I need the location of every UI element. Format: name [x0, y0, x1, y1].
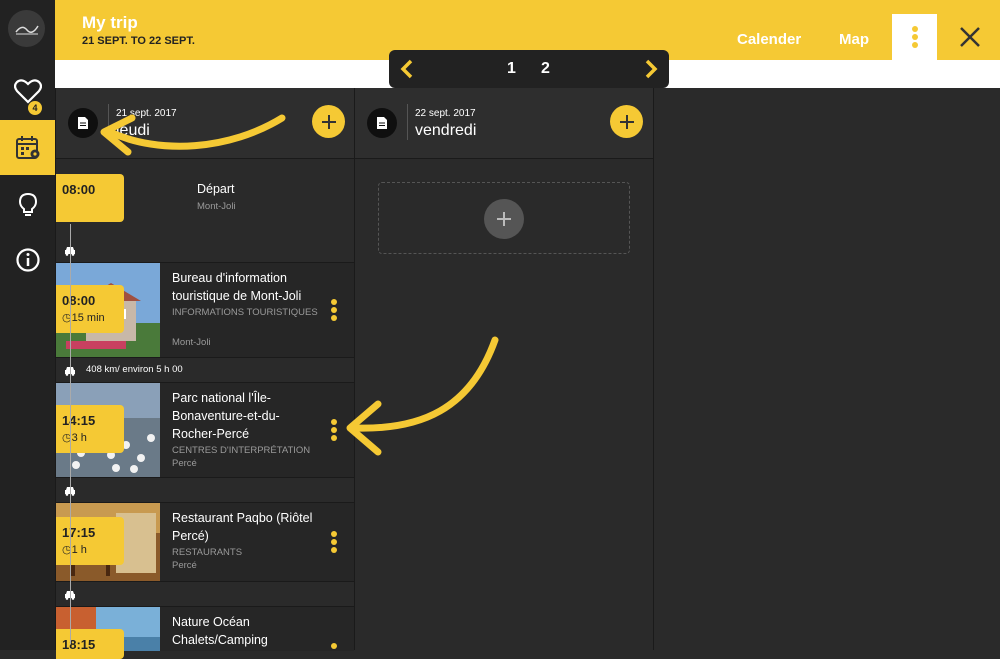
sidebar-item-favorites[interactable]: 4 [0, 63, 55, 118]
divider [108, 104, 109, 140]
item-menu-button[interactable] [328, 529, 340, 553]
itinerary-item[interactable]: 18:15 Nature Océan Chalets/Camping [56, 606, 354, 659]
chevron-right-icon [645, 59, 658, 79]
timeline-line [70, 224, 71, 644]
item-duration: ◷1 h [62, 544, 87, 556]
item-menu-button[interactable] [328, 297, 340, 321]
departure-row[interactable]: 08:00 Départ Mont-Joli [56, 160, 354, 236]
travel-text: 408 km/ environ 5 h 00 [86, 364, 183, 375]
day-name: jeudi [116, 122, 150, 139]
time-tag: 08:00 [56, 174, 124, 222]
add-activity-placeholder-button[interactable] [484, 199, 524, 239]
time-tag: 14:15 ◷3 h [56, 405, 124, 453]
time-tag: 17:15 ◷1 h [56, 517, 124, 565]
item-time: 08:00 [62, 293, 96, 308]
sidebar-item-info[interactable] [0, 232, 55, 287]
day-header-2: 22 sept. 2017 vendredi [355, 88, 653, 159]
plus-icon [497, 212, 511, 226]
item-time: 17:15 [62, 525, 96, 540]
start-title: Départ [197, 182, 235, 196]
close-button[interactable] [955, 22, 985, 52]
sidebar: 4 [0, 0, 55, 650]
day-column-1: 21 sept. 2017 jeudi 08:00 Départ Mont-Jo… [55, 88, 355, 659]
start-time: 08:00 [62, 182, 96, 197]
day-name: vendredi [415, 122, 477, 139]
itinerary-item[interactable]: 14:15 ◷3 h Parc national l'Île-Bonaventu… [56, 382, 354, 478]
map-link[interactable]: Map [839, 31, 869, 48]
item-title: Bureau d'information touristique de Mont… [172, 271, 302, 303]
add-activity-button[interactable] [610, 105, 643, 138]
plus-icon [619, 114, 634, 129]
item-location: Percé [172, 560, 197, 571]
item-location: Mont-Joli [172, 337, 211, 348]
item-title: Restaurant Paqbo (Riôtel Percé) [172, 511, 313, 543]
item-time: 14:15 [62, 413, 96, 428]
travel-segment [56, 238, 354, 262]
item-menu-button[interactable] [328, 417, 340, 441]
calendar-link[interactable]: Calender [737, 31, 801, 48]
favorites-count-badge: 4 [28, 101, 42, 115]
close-icon [960, 27, 980, 47]
add-activity-button[interactable] [312, 105, 345, 138]
plus-icon [321, 114, 336, 129]
next-page-button[interactable] [643, 59, 659, 84]
itinerary-item[interactable]: 08:00 ◷15 min Bureau d'information touri… [56, 262, 354, 358]
trip-title: My trip [82, 13, 138, 32]
page-1-link[interactable]: 1 [507, 60, 516, 78]
document-icon [78, 117, 88, 129]
more-vertical-icon [911, 26, 918, 48]
chevron-left-icon [400, 59, 413, 79]
time-tag: 08:00 ◷15 min [56, 285, 124, 333]
page-2-link[interactable]: 2 [541, 60, 550, 78]
day-date: 21 sept. 2017 [116, 108, 177, 119]
day-date: 22 sept. 2017 [415, 108, 476, 119]
travel-segment: 408 km/ environ 5 h 00 [56, 358, 354, 382]
item-category: CENTRES D'INTERPRÉTATION [172, 445, 311, 456]
document-icon [377, 117, 387, 129]
time-tag: 18:15 [56, 629, 124, 659]
day-column-2: 22 sept. 2017 vendredi [354, 88, 654, 650]
item-title: Parc national l'Île-Bonaventure-et-du-Ro… [172, 391, 280, 441]
travel-segment [56, 582, 354, 606]
heart-icon [13, 78, 42, 104]
sidebar-item-itinerary[interactable] [0, 120, 55, 175]
bulb-icon [18, 192, 37, 216]
sidebar-item-ideas[interactable] [0, 177, 55, 232]
item-duration: ◷15 min [62, 312, 105, 324]
item-category: INFORMATIONS TOURISTIQUES [172, 307, 318, 318]
divider [407, 104, 408, 140]
item-category: RESTAURANTS [172, 547, 243, 558]
logo-icon[interactable] [8, 10, 45, 47]
info-icon [15, 247, 40, 272]
start-location: Mont-Joli [197, 201, 236, 212]
day-header-1: 21 sept. 2017 jeudi [56, 88, 354, 159]
calendar-map-icon [15, 135, 39, 159]
day-notes-button[interactable] [68, 108, 98, 138]
previous-page-button[interactable] [399, 59, 415, 84]
empty-day-slot[interactable] [378, 182, 630, 254]
item-duration: ◷3 h [62, 432, 87, 444]
travel-segment [56, 478, 354, 502]
day-notes-button[interactable] [367, 108, 397, 138]
more-options-button[interactable] [892, 14, 937, 60]
item-title: Nature Océan Chalets/Camping [172, 615, 268, 647]
day-pager: 1 2 [389, 50, 669, 88]
trip-dates: 21 SEPT. TO 22 SEPT. [82, 35, 195, 47]
itinerary-item[interactable]: 17:15 ◷1 h Restaurant Paqbo (Riôtel Perc… [56, 502, 354, 582]
item-location: Percé [172, 458, 197, 469]
